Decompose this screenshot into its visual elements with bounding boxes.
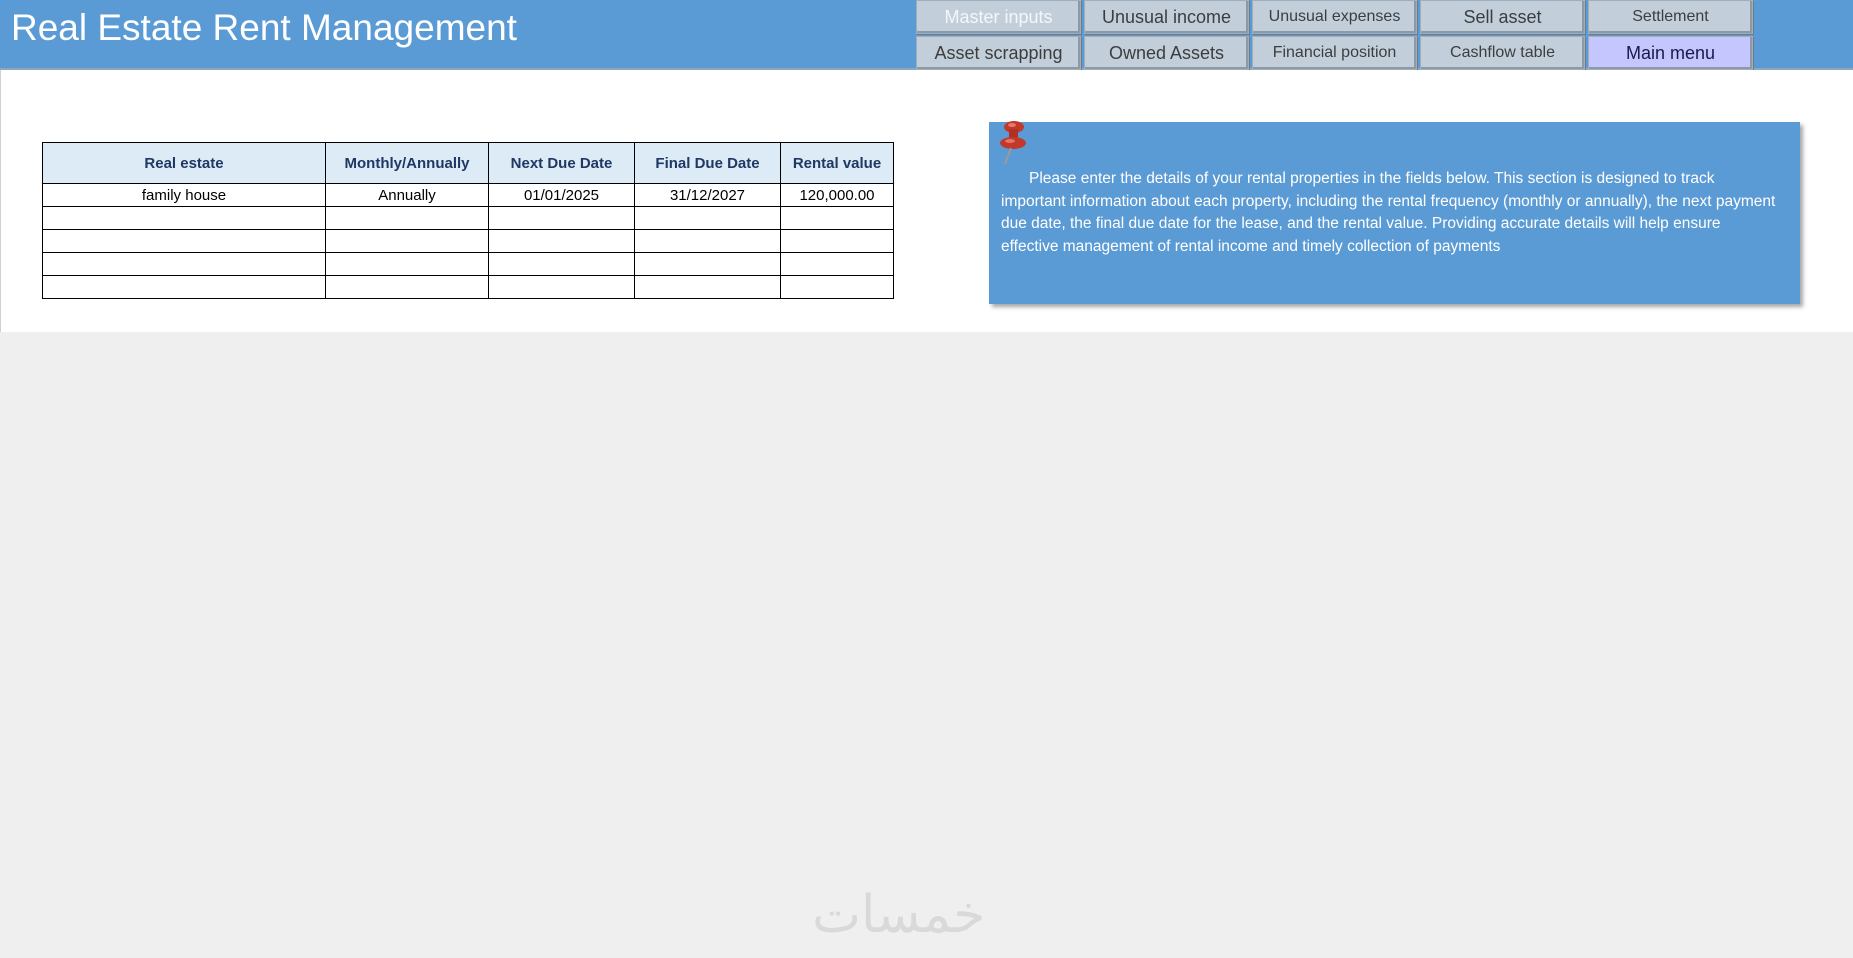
watermark-logo: خمسات <box>812 885 986 945</box>
header-real-estate: Real estate <box>42 142 326 184</box>
sell-asset-button[interactable]: Sell asset <box>1420 0 1585 34</box>
main-menu-button[interactable]: Main menu <box>1588 36 1753 70</box>
cell-rental-value[interactable] <box>780 252 894 276</box>
cell-next-due-date[interactable] <box>488 206 635 230</box>
financial-position-button[interactable]: Financial position <box>1252 36 1417 70</box>
settlement-button[interactable]: Settlement <box>1588 0 1753 34</box>
unusual-expenses-button[interactable]: Unusual expenses <box>1252 0 1417 34</box>
cell-rental-value[interactable] <box>780 275 894 299</box>
cell-real-estate[interactable] <box>42 252 326 276</box>
cell-frequency[interactable]: Annually <box>325 183 489 207</box>
table-row <box>42 229 894 253</box>
cell-rental-value[interactable] <box>780 229 894 253</box>
instructions-note: Please enter the details of your rental … <box>989 121 1800 304</box>
cell-final-due-date[interactable] <box>634 252 781 276</box>
cell-next-due-date[interactable]: 01/01/2025 <box>488 183 635 207</box>
cell-frequency[interactable] <box>325 206 489 230</box>
table-row <box>42 206 894 230</box>
asset-scrapping-button[interactable]: Asset scrapping <box>916 36 1081 70</box>
pushpin-icon <box>1000 121 1026 165</box>
cell-rental-value[interactable] <box>780 206 894 230</box>
owned-assets-button[interactable]: Owned Assets <box>1084 36 1249 70</box>
header-final-due-date: Final Due Date <box>634 142 781 184</box>
cell-final-due-date[interactable]: 31/12/2027 <box>634 183 781 207</box>
cell-final-due-date[interactable] <box>634 229 781 253</box>
table-row: family house Annually 01/01/2025 31/12/2… <box>42 183 894 207</box>
cell-frequency[interactable] <box>325 229 489 253</box>
page-title: Real Estate Rent Management <box>11 7 517 48</box>
header-frequency: Monthly/Annually <box>325 142 489 184</box>
cell-next-due-date[interactable] <box>488 252 635 276</box>
cell-real-estate[interactable] <box>42 206 326 230</box>
unusual-income-button[interactable]: Unusual income <box>1084 0 1249 34</box>
cell-next-due-date[interactable] <box>488 275 635 299</box>
header-rental-value: Rental value <box>780 142 894 184</box>
cell-frequency[interactable] <box>325 252 489 276</box>
header-next-due-date: Next Due Date <box>488 142 635 184</box>
cell-final-due-date[interactable] <box>634 206 781 230</box>
cell-final-due-date[interactable] <box>634 275 781 299</box>
cell-real-estate[interactable] <box>42 229 326 253</box>
cell-rental-value[interactable]: 120,000.00 <box>780 183 894 207</box>
header-bar: Real Estate Rent Management Master input… <box>0 0 1853 70</box>
cell-frequency[interactable] <box>325 275 489 299</box>
cell-real-estate[interactable] <box>42 275 326 299</box>
master-inputs-button[interactable]: Master inputs <box>916 0 1081 34</box>
rental-properties-table: Real estate Monthly/Annually Next Due Da… <box>42 142 894 299</box>
cashflow-table-button[interactable]: Cashflow table <box>1420 36 1585 70</box>
table-header-row: Real estate Monthly/Annually Next Due Da… <box>42 142 894 184</box>
cell-real-estate[interactable]: family house <box>42 183 326 207</box>
cell-next-due-date[interactable] <box>488 229 635 253</box>
nav-buttons: Master inputs Unusual income Unusual exp… <box>916 0 1753 70</box>
instructions-text: Please enter the details of your rental … <box>1001 170 1776 255</box>
table-row <box>42 252 894 276</box>
table-row <box>42 275 894 299</box>
